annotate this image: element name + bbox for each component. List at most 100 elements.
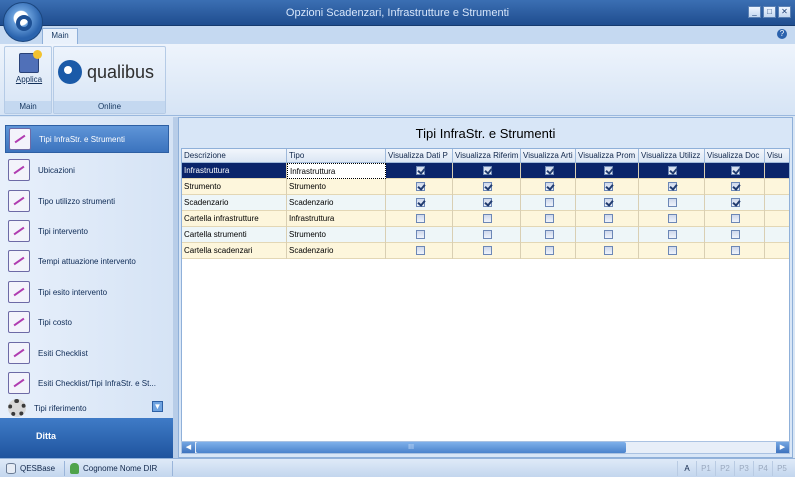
column-header-riferim[interactable]: Visualizza Riferim	[453, 149, 521, 163]
sidebar-item-tipi-riferimento[interactable]: Tipi riferimento	[5, 398, 169, 418]
cell-checkbox[interactable]	[386, 163, 453, 179]
maximize-button[interactable]: □	[763, 6, 776, 18]
column-header-doc[interactable]: Visualizza Doc	[705, 149, 765, 163]
cell-checkbox[interactable]	[521, 179, 576, 195]
cell-checkbox[interactable]	[521, 163, 576, 179]
horizontal-scrollbar[interactable]: ◀ III ▶	[181, 441, 790, 454]
cell-tipo[interactable]: Infrastruttura	[287, 211, 386, 227]
column-header-prom[interactable]: Visualizza Prom	[576, 149, 639, 163]
cell-checkbox[interactable]	[639, 243, 705, 259]
cell-descrizione[interactable]: Cartella infrastrutture	[182, 211, 287, 227]
cell-visu[interactable]	[765, 227, 789, 243]
cell-checkbox[interactable]	[453, 227, 521, 243]
cell-checkbox[interactable]	[453, 195, 521, 211]
cell-checkbox[interactable]	[576, 163, 639, 179]
sidebar-item-esiti-checklist[interactable]: Esiti Checklist	[5, 339, 169, 367]
cell-checkbox[interactable]	[521, 195, 576, 211]
cell-checkbox[interactable]	[639, 195, 705, 211]
checkbox[interactable]	[668, 214, 677, 223]
cell-checkbox[interactable]	[386, 227, 453, 243]
checkbox[interactable]	[483, 246, 492, 255]
checkbox[interactable]	[731, 182, 740, 191]
checkbox[interactable]	[731, 246, 740, 255]
checkbox[interactable]	[603, 246, 613, 255]
checkbox[interactable]	[415, 198, 425, 207]
checkbox[interactable]	[415, 246, 425, 255]
sidebar-item-tipo-utilizzo[interactable]: Tipo utilizzo strumenti	[5, 187, 169, 215]
column-header-tipo[interactable]: Tipo	[287, 149, 386, 163]
cell-checkbox[interactable]	[705, 195, 765, 211]
scroll-right-button[interactable]: ▶	[776, 442, 789, 453]
cell-checkbox[interactable]	[453, 243, 521, 259]
column-header-visu[interactable]: Visu	[765, 149, 789, 163]
cell-checkbox[interactable]	[639, 179, 705, 195]
cell-checkbox[interactable]	[521, 243, 576, 259]
cell-tipo[interactable]: Scadenzario	[287, 195, 386, 211]
table-row[interactable]: Cartella infrastrutture Infrastruttura	[182, 211, 789, 227]
checkbox[interactable]	[483, 182, 492, 191]
help-icon[interactable]: ?	[777, 29, 787, 39]
cell-descrizione[interactable]: Cartella scadenzari	[182, 243, 287, 259]
cell-checkbox[interactable]	[705, 227, 765, 243]
column-header-dati[interactable]: Visualizza Dati P	[386, 149, 453, 163]
checkbox[interactable]	[415, 166, 425, 175]
tab-main[interactable]: Main	[42, 28, 78, 44]
checkbox[interactable]	[603, 198, 613, 207]
cell-descrizione[interactable]: Cartella strumenti	[182, 227, 287, 243]
column-header-arti[interactable]: Visualizza Arti	[521, 149, 576, 163]
checkbox[interactable]	[544, 230, 554, 239]
checkbox[interactable]	[668, 166, 677, 175]
minimize-button[interactable]: _	[748, 6, 761, 18]
table-row[interactable]: Cartella scadenzari Scadenzario	[182, 243, 789, 259]
checkbox[interactable]	[603, 182, 613, 191]
sidebar-item-tipi-esito[interactable]: Tipi esito intervento	[5, 278, 169, 306]
scroll-left-button[interactable]: ◀	[182, 442, 195, 453]
chevron-down-icon[interactable]: ▼	[152, 401, 163, 412]
sidebar-section-ditta[interactable]: Ditta	[0, 418, 173, 458]
sidebar-item-esiti-checklist-tipi[interactable]: Esiti Checklist/Tipi InfraStr. e St...	[5, 369, 169, 397]
cell-descrizione[interactable]: Infrastruttura	[182, 163, 287, 179]
cell-checkbox[interactable]	[705, 243, 765, 259]
cell-tipo[interactable]: Scadenzario	[287, 243, 386, 259]
cell-checkbox[interactable]	[453, 179, 521, 195]
checkbox[interactable]	[731, 214, 740, 223]
cell-checkbox[interactable]	[386, 243, 453, 259]
cell-checkbox[interactable]	[576, 243, 639, 259]
cell-descrizione[interactable]: Scadenzario	[182, 195, 287, 211]
checkbox[interactable]	[415, 182, 425, 191]
cell-checkbox[interactable]	[705, 211, 765, 227]
checkbox[interactable]	[415, 214, 425, 223]
cell-checkbox[interactable]	[639, 163, 705, 179]
checkbox[interactable]	[603, 230, 613, 239]
cell-visu[interactable]	[765, 179, 789, 195]
apply-button[interactable]: Applica	[11, 50, 47, 93]
application-menu-button[interactable]	[3, 2, 43, 42]
checkbox[interactable]	[668, 182, 677, 191]
checkbox[interactable]	[544, 246, 554, 255]
close-button[interactable]: ✕	[778, 6, 791, 18]
checkbox[interactable]	[483, 198, 492, 207]
cell-checkbox[interactable]	[705, 163, 765, 179]
sidebar-item-tempi-attuazione[interactable]: Tempi attuazione intervento	[5, 247, 169, 275]
cell-tipo[interactable]: Infrastruttura	[287, 163, 386, 179]
checkbox[interactable]	[731, 166, 740, 175]
sidebar-item-tipi-infrastr[interactable]: Tipi InfraStr. e Strumenti	[5, 125, 169, 153]
checkbox[interactable]	[731, 198, 740, 207]
qualibus-logo[interactable]: qualibus	[58, 55, 164, 89]
cell-checkbox[interactable]	[639, 211, 705, 227]
checkbox[interactable]	[415, 230, 425, 239]
cell-checkbox[interactable]	[521, 227, 576, 243]
cell-checkbox[interactable]	[453, 211, 521, 227]
cell-checkbox[interactable]	[576, 195, 639, 211]
cell-tipo[interactable]: Strumento	[287, 227, 386, 243]
checkbox[interactable]	[544, 182, 554, 191]
cell-checkbox[interactable]	[453, 163, 521, 179]
checkbox[interactable]	[483, 166, 492, 175]
cell-checkbox[interactable]	[386, 195, 453, 211]
cell-checkbox[interactable]	[576, 227, 639, 243]
table-row[interactable]: Cartella strumenti Strumento	[182, 227, 789, 243]
checkbox[interactable]	[544, 166, 554, 175]
cell-checkbox[interactable]	[576, 211, 639, 227]
checkbox[interactable]	[603, 166, 613, 175]
checkbox[interactable]	[668, 230, 677, 239]
